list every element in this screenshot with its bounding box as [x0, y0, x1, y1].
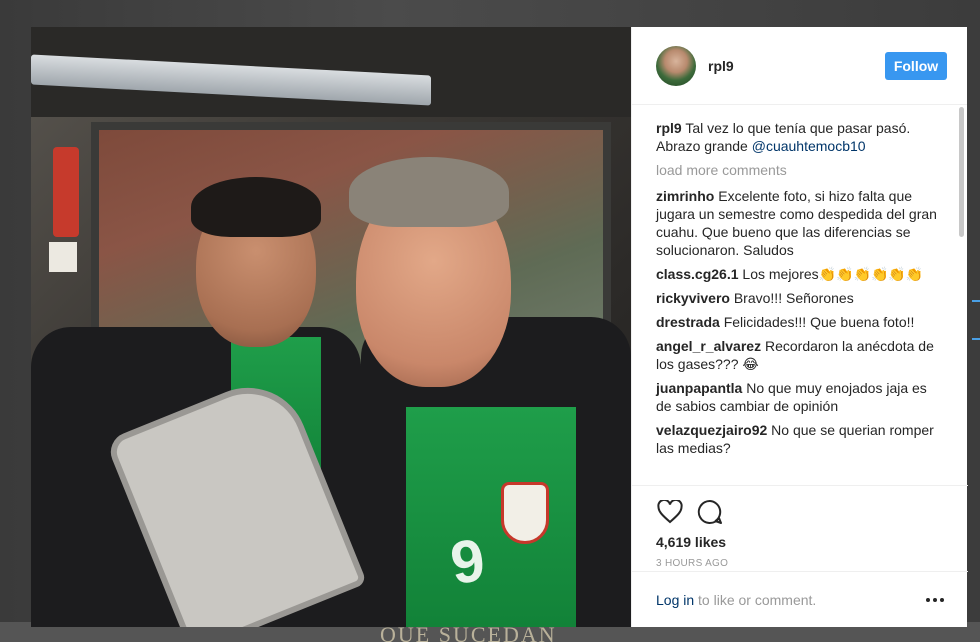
post-header: rpl9 Follow — [632, 27, 967, 105]
mexico-crest — [501, 482, 549, 544]
comment-username[interactable]: drestrada — [656, 314, 720, 330]
login-prompt: to like or comment. — [694, 591, 817, 608]
comment-item: velazquezjairo92 No que se querian rompe… — [656, 421, 944, 457]
comment-item: zimrinho Excelente foto, si hizo falta q… — [656, 187, 944, 259]
comment-text: Los mejores👏👏👏👏👏👏 — [742, 266, 924, 282]
avatar[interactable] — [656, 45, 696, 86]
comment-item: angel_r_alvarez Recordaron la anécdota d… — [656, 337, 944, 373]
comment-username[interactable]: class.cg26.1 — [656, 266, 739, 282]
comment-username[interactable]: zimrinho — [656, 188, 714, 204]
comment-item: drestrada Felicidades!!! Que buena foto!… — [656, 313, 944, 331]
right-person-hair — [349, 157, 509, 227]
comment-text: Bravo!!! Señorones — [733, 290, 854, 306]
emergency-sign — [49, 242, 77, 272]
comment-username[interactable]: rickyvivero — [656, 290, 730, 306]
comment-text: Felicidades!!! Que buena foto!! — [723, 314, 915, 330]
post-time: 3 HOURS AGO — [656, 558, 729, 569]
left-person-hair — [191, 177, 321, 237]
right-person-jersey — [406, 407, 576, 627]
comment-footer: Log in to like or comment. — [632, 571, 968, 627]
comments-scrollbar[interactable] — [959, 107, 964, 237]
post-photo[interactable]: 9 — [31, 27, 631, 627]
comment-item: juanpapantla No que muy enojados jaja es… — [656, 379, 944, 415]
more-options-icon[interactable] — [926, 597, 944, 602]
post-modal: 9 rpl9 Follow rpl9 Tal vez lo que tenía … — [31, 27, 968, 627]
action-icons — [656, 494, 944, 530]
comment-item: rickyvivero Bravo!!! Señorones — [656, 289, 944, 307]
caption-username[interactable]: rpl9 — [656, 120, 682, 136]
comment-username[interactable]: angel_r_alvarez — [656, 338, 761, 354]
post-side-panel: rpl9 Follow rpl9 Tal vez lo que tenía qu… — [631, 27, 968, 627]
comment-username[interactable]: juanpapantla — [656, 380, 742, 396]
likes-count[interactable]: 4,619 likes — [656, 534, 944, 550]
comment-item: class.cg26.1 Los mejores👏👏👏👏👏👏 — [656, 265, 944, 283]
background-edge — [972, 300, 980, 340]
caption-mention[interactable]: @cuauhtemocb10 — [752, 138, 866, 154]
load-more-comments[interactable]: load more comments — [656, 161, 944, 179]
post-username[interactable]: rpl9 — [708, 58, 734, 74]
emergency-hammer — [53, 147, 79, 237]
post-actions: 4,619 likes 3 HOURS AGO — [632, 485, 968, 569]
caption: rpl9 Tal vez lo que tenía que pasar pasó… — [656, 119, 944, 155]
heart-icon[interactable] — [656, 498, 684, 526]
comment-bubble-icon[interactable] — [696, 498, 724, 526]
comment-username[interactable]: velazquezjairo92 — [656, 422, 767, 438]
follow-button[interactable]: Follow — [885, 51, 947, 80]
comments-list: rpl9 Tal vez lo que tenía que pasar pasó… — [632, 105, 968, 485]
login-link[interactable]: Log in — [656, 592, 694, 608]
